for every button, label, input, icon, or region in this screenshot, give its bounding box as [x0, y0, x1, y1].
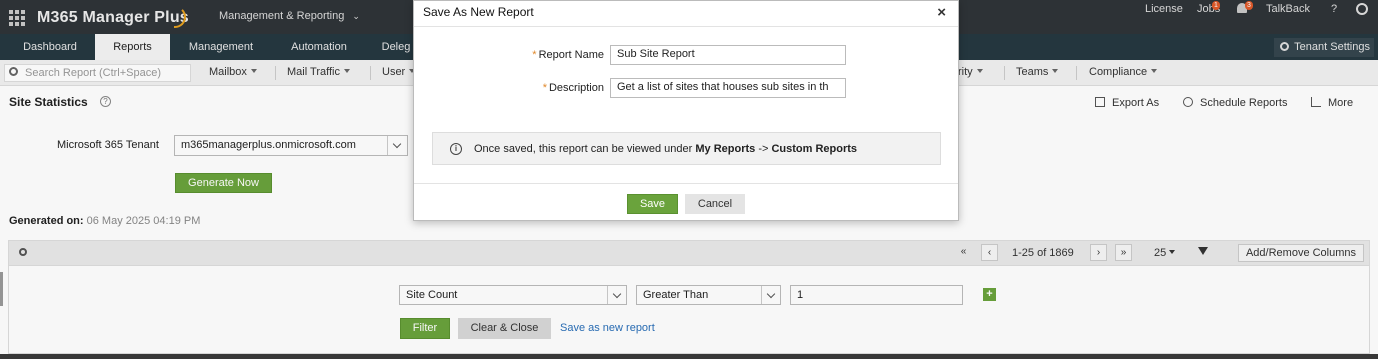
required-mark: * [532, 49, 537, 61]
dialog-header: Save As New Report × [414, 1, 958, 27]
report-name-label: * Report Name [532, 49, 604, 61]
info-text: Once saved, this report can be viewed un… [474, 143, 858, 155]
report-name-input[interactable]: Sub Site Report [610, 45, 846, 65]
dialog-footer: Save Cancel [414, 183, 958, 220]
description-label: * Description [542, 82, 604, 94]
save-button[interactable]: Save [627, 194, 678, 214]
required-mark: * [542, 82, 547, 94]
custom-reports-text: Custom Reports [771, 143, 858, 155]
dialog-title: Save As New Report [423, 5, 534, 19]
close-icon[interactable]: × [937, 4, 946, 21]
cancel-button[interactable]: Cancel [685, 194, 745, 214]
save-report-dialog: Save As New Report × * Report Name Sub Si… [413, 0, 959, 221]
info-icon: i [450, 143, 462, 155]
info-message: i Once saved, this report can be viewed … [432, 132, 941, 165]
my-reports-text: My Reports [695, 143, 756, 155]
description-input[interactable]: Get a list of sites that houses sub site… [610, 78, 846, 98]
